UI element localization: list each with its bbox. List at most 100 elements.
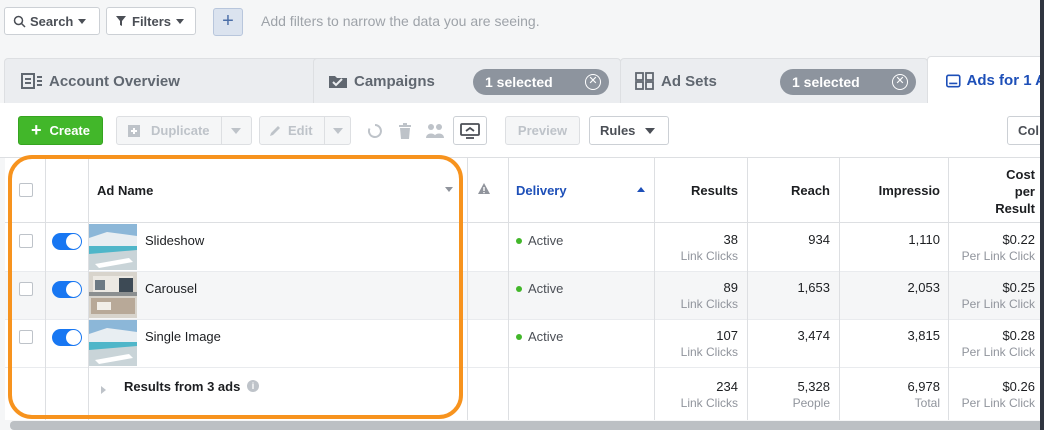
column-divider	[839, 158, 840, 420]
column-header-delivery[interactable]: Delivery	[516, 183, 567, 198]
tab-ad-sets[interactable]: Ad Sets 1 selected ✕	[620, 58, 928, 103]
ad-name[interactable]: Single Image	[145, 329, 221, 344]
close-icon[interactable]: ✕	[585, 74, 601, 90]
chevron-down-icon	[231, 128, 241, 134]
ad-thumbnail	[89, 320, 137, 366]
summary-impressions-unit: Total	[914, 396, 940, 410]
summary-row: Results from 3 ads i 234 Link Clicks 5,3…	[5, 368, 1044, 420]
rules-label: Rules	[600, 123, 636, 138]
preview-button[interactable]: Preview	[505, 116, 580, 145]
ad-thumbnail	[89, 224, 137, 270]
duplicate-button[interactable]: Duplicate	[116, 116, 252, 145]
refresh-icon	[367, 123, 382, 138]
campaigns-selected-pill[interactable]: 1 selected ✕	[473, 69, 609, 95]
search-label: Search	[30, 13, 74, 29]
filter-icon	[116, 16, 126, 26]
tab-ads[interactable]: Ads for 1 A	[927, 56, 1044, 104]
select-all-checkbox[interactable]	[19, 183, 33, 197]
cost-value: $0.28	[1002, 328, 1035, 343]
selected-count: 1 selected	[792, 74, 860, 90]
active-status-dot	[516, 333, 522, 340]
filter-bar: Search Filters + Add filters to narrow t…	[0, 0, 1044, 44]
ad-status-toggle[interactable]	[52, 233, 82, 250]
results-unit: Link Clicks	[680, 345, 738, 359]
adsets-selected-pill[interactable]: 1 selected ✕	[780, 69, 916, 95]
summary-reach-unit: People	[792, 396, 830, 410]
ad-name[interactable]: Slideshow	[145, 233, 204, 248]
cost-unit: Per Link Click	[961, 345, 1035, 359]
summary-impressions-value: 6,978	[907, 379, 940, 394]
ad-status-toggle[interactable]	[52, 329, 82, 346]
ab-test-button[interactable]	[420, 116, 449, 145]
delivery-text: Active	[528, 281, 564, 296]
share-preview-icon	[460, 122, 480, 139]
row-checkbox[interactable]	[19, 234, 33, 248]
active-status-dot	[516, 285, 522, 292]
filters-label: Filters	[132, 13, 172, 29]
preview-mockup-button[interactable]	[453, 116, 487, 145]
column-header-ad-name[interactable]: Ad Name	[97, 183, 153, 198]
add-filter-button[interactable]: +	[213, 8, 243, 36]
refresh-button[interactable]	[360, 116, 389, 145]
close-icon[interactable]: ✕	[892, 74, 908, 90]
tab-campaigns[interactable]: Campaigns 1 selected ✕	[313, 58, 621, 103]
column-header-results[interactable]: Results	[655, 183, 738, 198]
selected-count: 1 selected	[485, 74, 553, 90]
column-header-reach[interactable]: Reach	[748, 183, 830, 198]
rules-button[interactable]: Rules	[589, 116, 669, 145]
search-icon	[13, 15, 26, 28]
preview-label: Preview	[517, 123, 568, 138]
summary-cost-value: $0.26	[1002, 379, 1035, 394]
duplicate-label: Duplicate	[151, 123, 210, 138]
ad-name[interactable]: Carousel	[145, 281, 197, 296]
summary-cost-unit: Per Link Click	[961, 396, 1035, 410]
table-row[interactable]: Single Image Active 107 Link Clicks 3,47…	[5, 320, 1044, 368]
cost-unit: Per Link Click	[961, 297, 1035, 311]
table-row[interactable]: Slideshow Active 38 Link Clicks 934 1,11…	[5, 224, 1044, 272]
header-text: Cost	[1006, 167, 1035, 182]
create-button[interactable]: + Create	[18, 116, 103, 145]
cost-value: $0.25	[1002, 280, 1035, 295]
delete-button[interactable]	[390, 116, 419, 145]
delivery-text: Active	[528, 329, 564, 344]
cost-unit: Per Link Click	[961, 249, 1035, 263]
tab-account-overview[interactable]: Account Overview	[4, 58, 322, 103]
cost-value: $0.22	[1002, 232, 1035, 247]
delivery-status: Active	[516, 233, 563, 248]
column-header-cost-per-result[interactable]: Cost per Result	[950, 166, 1035, 217]
chevron-down-icon	[78, 18, 87, 24]
summary-label: Results from 3 ads	[124, 379, 241, 394]
column-divider	[467, 158, 468, 420]
ads-table: Ad Name Delivery Results Reach Impressio…	[5, 158, 1044, 420]
summary-results-value: 234	[716, 379, 738, 394]
column-header-impressions[interactable]: Impressio	[840, 183, 940, 198]
sort-ascending-icon[interactable]	[637, 187, 645, 192]
filters-button[interactable]: Filters	[106, 7, 196, 35]
impressions-value: 2,053	[907, 280, 940, 295]
header-text: per	[1014, 184, 1035, 199]
table-row[interactable]: Carousel Active 89 Link Clicks 1,653 2,0…	[5, 272, 1044, 320]
horizontal-scrollbar[interactable]	[10, 421, 1044, 430]
row-checkbox[interactable]	[19, 282, 33, 296]
tab-label: Ads for 1 A	[966, 72, 1044, 89]
chevron-down-icon[interactable]	[445, 187, 453, 192]
ad-thumbnail	[89, 272, 137, 318]
results-value: 89	[723, 280, 738, 295]
people-icon	[425, 123, 444, 138]
edit-button[interactable]: Edit	[259, 116, 351, 145]
ad-status-toggle[interactable]	[52, 281, 82, 298]
column-divider	[88, 158, 89, 420]
chevron-down-icon	[333, 128, 343, 134]
search-button[interactable]: Search	[4, 7, 100, 35]
tab-label: Account Overview	[49, 72, 180, 90]
add-filters-hint: Add filters to narrow the data you are s…	[261, 13, 540, 29]
columns-button[interactable]: Col	[1007, 116, 1044, 145]
info-icon[interactable]: i	[247, 380, 259, 392]
chevron-right-icon[interactable]	[101, 386, 106, 394]
delivery-status: Active	[516, 281, 563, 296]
row-checkbox[interactable]	[19, 330, 33, 344]
summary-reach-value: 5,328	[797, 379, 830, 394]
column-divider	[948, 158, 949, 420]
reach-value: 3,474	[797, 328, 830, 343]
edit-label: Edit	[288, 123, 313, 138]
